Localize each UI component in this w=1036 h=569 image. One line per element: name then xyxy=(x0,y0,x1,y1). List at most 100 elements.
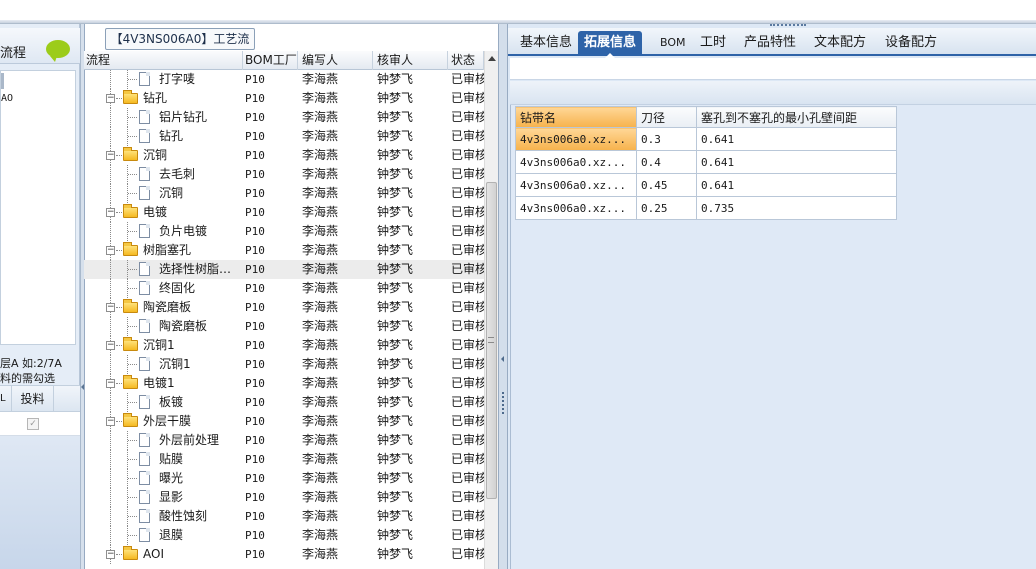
col-bom-factory[interactable]: BOM工厂 xyxy=(243,51,298,70)
collapse-toggle-icon[interactable]: − xyxy=(106,246,115,255)
tree-node[interactable]: − 沉铜1 xyxy=(84,336,243,355)
process-row[interactable]: − 钻孔 P10 李海燕 钟梦飞 已审核 xyxy=(84,89,484,108)
process-row[interactable]: − 树脂塞孔 P10 李海燕 钟梦飞 已审核 xyxy=(84,241,484,260)
tree-node[interactable]: 打字唛 xyxy=(84,70,243,89)
tree-node[interactable]: 终固化 xyxy=(84,279,243,298)
drill-name-cell[interactable]: 4v3ns006a0.xz... xyxy=(515,127,637,151)
process-row[interactable]: 终固化 P10 李海燕 钟梦飞 已审核 xyxy=(84,279,484,298)
tab-5[interactable]: 文本配方 xyxy=(808,31,872,56)
min-wall-spacing-cell[interactable]: 0.641 xyxy=(696,173,897,197)
drill-row[interactable]: 4v3ns006a0.xz... 0.4 0.641 xyxy=(515,150,897,174)
process-row[interactable]: 沉铜 P10 李海燕 钟梦飞 已审核 xyxy=(84,184,484,203)
tree-node[interactable]: 贴膜 xyxy=(84,450,243,469)
process-row[interactable]: 负片电镀 P10 李海燕 钟梦飞 已审核 xyxy=(84,222,484,241)
drill-row[interactable]: 4v3ns006a0.xz... 0.25 0.735 xyxy=(515,196,897,220)
process-row[interactable]: − 电镀 P10 李海燕 钟梦飞 已审核 xyxy=(84,203,484,222)
scroll-up-arrow-icon[interactable] xyxy=(488,56,496,61)
process-row[interactable]: 酸性蚀刻 P10 李海燕 钟梦飞 已审核 xyxy=(84,507,484,526)
collapse-toggle-icon[interactable]: − xyxy=(106,94,115,103)
process-row[interactable]: − 电镀1 P10 李海燕 钟梦飞 已审核 xyxy=(84,374,484,393)
collapse-toggle-icon[interactable]: − xyxy=(106,379,115,388)
tree-node[interactable]: − 电镀 xyxy=(84,203,243,222)
min-wall-spacing-cell[interactable]: 0.641 xyxy=(696,150,897,174)
col-flow[interactable]: 流程 xyxy=(84,51,243,70)
chat-bubble-icon[interactable] xyxy=(46,40,70,62)
process-row[interactable]: − 陶瓷磨板 P10 李海燕 钟梦飞 已审核 xyxy=(84,298,484,317)
process-grid-scrollbar[interactable] xyxy=(484,51,498,569)
collapse-toggle-icon[interactable]: − xyxy=(106,151,115,160)
tree-node[interactable]: − 树脂塞孔 xyxy=(84,241,243,260)
col-tool-diameter[interactable]: 刀径 xyxy=(636,106,697,128)
tree-node[interactable]: 板镀 xyxy=(84,393,243,412)
collapse-toggle-icon[interactable]: − xyxy=(106,303,115,312)
col-drill-name[interactable]: 钻带名 xyxy=(515,106,637,128)
tree-node[interactable]: − AOI xyxy=(84,545,243,564)
col-status[interactable]: 状态 xyxy=(448,51,484,70)
left-grid-col-feed[interactable]: 投料 xyxy=(12,386,54,412)
tool-diameter-cell[interactable]: 0.4 xyxy=(636,150,697,174)
collapse-toggle-icon[interactable]: − xyxy=(106,341,115,350)
drill-row[interactable]: 4v3ns006a0.xz... 0.3 0.641 xyxy=(515,127,897,151)
tool-diameter-cell[interactable]: 0.45 xyxy=(636,173,697,197)
process-tree-grid[interactable]: 打字唛 P10 李海燕 钟梦飞 已审核 − 钻孔 P10 李海燕 钟梦飞 已审核 铝片钻孔 P10 李海燕… xyxy=(84,70,484,569)
drill-row[interactable]: 4v3ns006a0.xz... 0.45 0.641 xyxy=(515,173,897,197)
tree-node[interactable]: 沉铜 xyxy=(84,184,243,203)
tab-0[interactable]: 基本信息 xyxy=(514,31,578,56)
tree-node[interactable]: − 外层干膜 xyxy=(84,412,243,431)
tree-node[interactable]: 退膜 xyxy=(84,526,243,545)
drill-name-cell[interactable]: 4v3ns006a0.xz... xyxy=(515,196,637,220)
tree-node[interactable]: − 陶瓷磨板 xyxy=(84,298,243,317)
process-row[interactable]: 铝片钻孔 P10 李海燕 钟梦飞 已审核 xyxy=(84,108,484,127)
tab-3[interactable]: 工时 xyxy=(694,31,732,56)
process-row[interactable]: 去毛刺 P10 李海燕 钟梦飞 已审核 xyxy=(84,165,484,184)
collapse-toggle-icon[interactable]: − xyxy=(106,417,115,426)
collapse-toggle-icon[interactable]: − xyxy=(106,208,115,217)
col-min-wall-spacing[interactable]: 塞孔到不塞孔的最小孔壁间距 xyxy=(696,106,897,128)
tree-node[interactable]: − 钻孔 xyxy=(84,89,243,108)
min-wall-spacing-cell[interactable]: 0.735 xyxy=(696,196,897,220)
tree-node[interactable]: 显影 xyxy=(84,488,243,507)
tab-4[interactable]: 产品特性 xyxy=(738,31,802,56)
tool-diameter-cell[interactable]: 0.25 xyxy=(636,196,697,220)
left-grid-row[interactable]: ✓ xyxy=(0,412,80,436)
process-row[interactable]: 选择性树脂… P10 李海燕 钟梦飞 已审核 xyxy=(84,260,484,279)
min-wall-spacing-cell[interactable]: 0.641 xyxy=(696,127,897,151)
tree-node[interactable]: 去毛刺 xyxy=(84,165,243,184)
tree-node[interactable]: 外层前处理 xyxy=(84,431,243,450)
tree-node[interactable]: − 沉铜 xyxy=(84,146,243,165)
collapse-middle-arrow-icon[interactable] xyxy=(501,356,504,362)
tree-node[interactable]: 酸性蚀刻 xyxy=(84,507,243,526)
left-tree-area[interactable]: AO xyxy=(0,70,76,345)
col-reviewer[interactable]: 核审人 xyxy=(373,51,448,70)
process-row[interactable]: 板镀 P10 李海燕 钟梦飞 已审核 xyxy=(84,393,484,412)
process-row[interactable]: 打字唛 P10 李海燕 钟梦飞 已审核 xyxy=(84,70,484,89)
process-row[interactable]: 贴膜 P10 李海燕 钟梦飞 已审核 xyxy=(84,450,484,469)
process-row[interactable]: 退膜 P10 李海燕 钟梦飞 已审核 xyxy=(84,526,484,545)
process-row[interactable]: 钻孔 P10 李海燕 钟梦飞 已审核 xyxy=(84,127,484,146)
tree-node[interactable]: 钻孔 xyxy=(84,127,243,146)
process-row[interactable]: 曝光 P10 李海燕 钟梦飞 已审核 xyxy=(84,469,484,488)
tree-node[interactable]: − 电镀1 xyxy=(84,374,243,393)
collapse-toggle-icon[interactable]: − xyxy=(106,550,115,559)
process-row[interactable]: 显影 P10 李海燕 钟梦飞 已审核 xyxy=(84,488,484,507)
process-row[interactable]: − 外层干膜 P10 李海燕 钟梦飞 已审核 xyxy=(84,412,484,431)
process-row[interactable]: − 沉铜 P10 李海燕 钟梦飞 已审核 xyxy=(84,146,484,165)
tab-1[interactable]: 拓展信息 xyxy=(578,31,643,58)
col-editor[interactable]: 编写人 xyxy=(298,51,373,70)
tree-node[interactable]: 曝光 xyxy=(84,469,243,488)
tool-diameter-cell[interactable]: 0.3 xyxy=(636,127,697,151)
drill-name-cell[interactable]: 4v3ns006a0.xz... xyxy=(515,150,637,174)
tree-node[interactable]: 陶瓷磨板 xyxy=(84,317,243,336)
process-row[interactable]: − AOI P10 李海燕 钟梦飞 已审核 xyxy=(84,545,484,564)
process-row[interactable]: 外层前处理 P10 李海燕 钟梦飞 已审核 xyxy=(84,431,484,450)
tree-node[interactable]: 选择性树脂… xyxy=(84,260,243,279)
tab-2[interactable]: BOM xyxy=(654,31,692,56)
tree-node[interactable]: 铝片钻孔 xyxy=(84,108,243,127)
process-row[interactable]: 沉铜1 P10 李海燕 钟梦飞 已审核 xyxy=(84,355,484,374)
tree-node[interactable]: 沉铜1 xyxy=(84,355,243,374)
process-row[interactable]: 陶瓷磨板 P10 李海燕 钟梦飞 已审核 xyxy=(84,317,484,336)
feed-checkbox[interactable]: ✓ xyxy=(27,418,39,430)
tree-node[interactable]: 负片电镀 xyxy=(84,222,243,241)
drill-name-cell[interactable]: 4v3ns006a0.xz... xyxy=(515,173,637,197)
tab-6[interactable]: 设备配方 xyxy=(879,31,943,56)
